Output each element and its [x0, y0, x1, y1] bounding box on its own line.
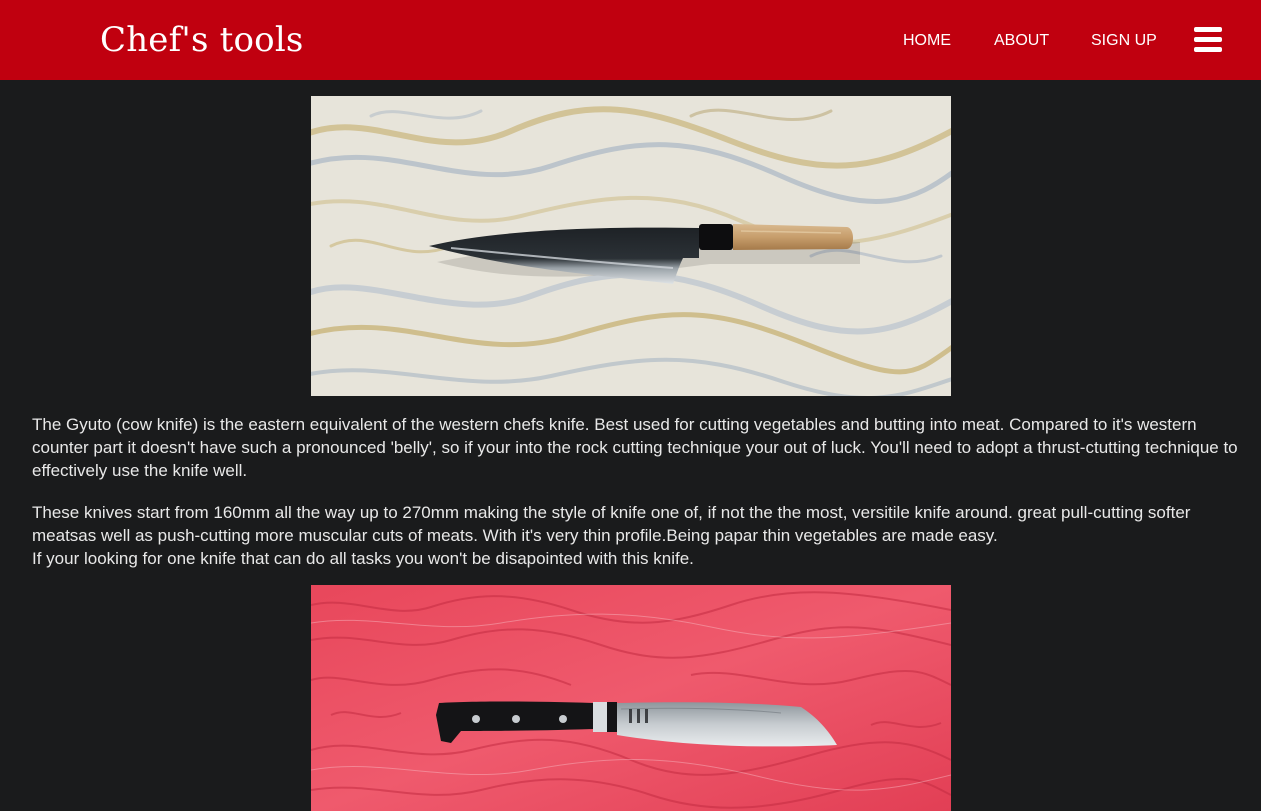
brand-title[interactable]: Chef's tools	[100, 18, 304, 62]
hamburger-bar	[1194, 37, 1222, 42]
sizes-paragraph: These knives start from 160mm all the wa…	[32, 503, 1191, 545]
nav-about-link[interactable]: ABOUT	[994, 29, 1049, 53]
nav-signup-link[interactable]: SIGN UP	[1091, 29, 1157, 53]
hamburger-menu-icon[interactable]	[1194, 27, 1222, 53]
hamburger-bar	[1194, 27, 1222, 32]
hamburger-bar	[1194, 47, 1222, 52]
santoku-knife-image	[311, 585, 951, 811]
intro-paragraph: The Gyuto (cow knife) is the eastern equ…	[32, 415, 1238, 480]
navbar: Chef's tools HOME ABOUT SIGN UP	[0, 0, 1261, 80]
nav-home-link[interactable]: HOME	[903, 29, 951, 53]
recommendation-paragraph: If your looking for one knife that can d…	[32, 549, 694, 568]
gyuto-knife-image	[311, 96, 951, 396]
